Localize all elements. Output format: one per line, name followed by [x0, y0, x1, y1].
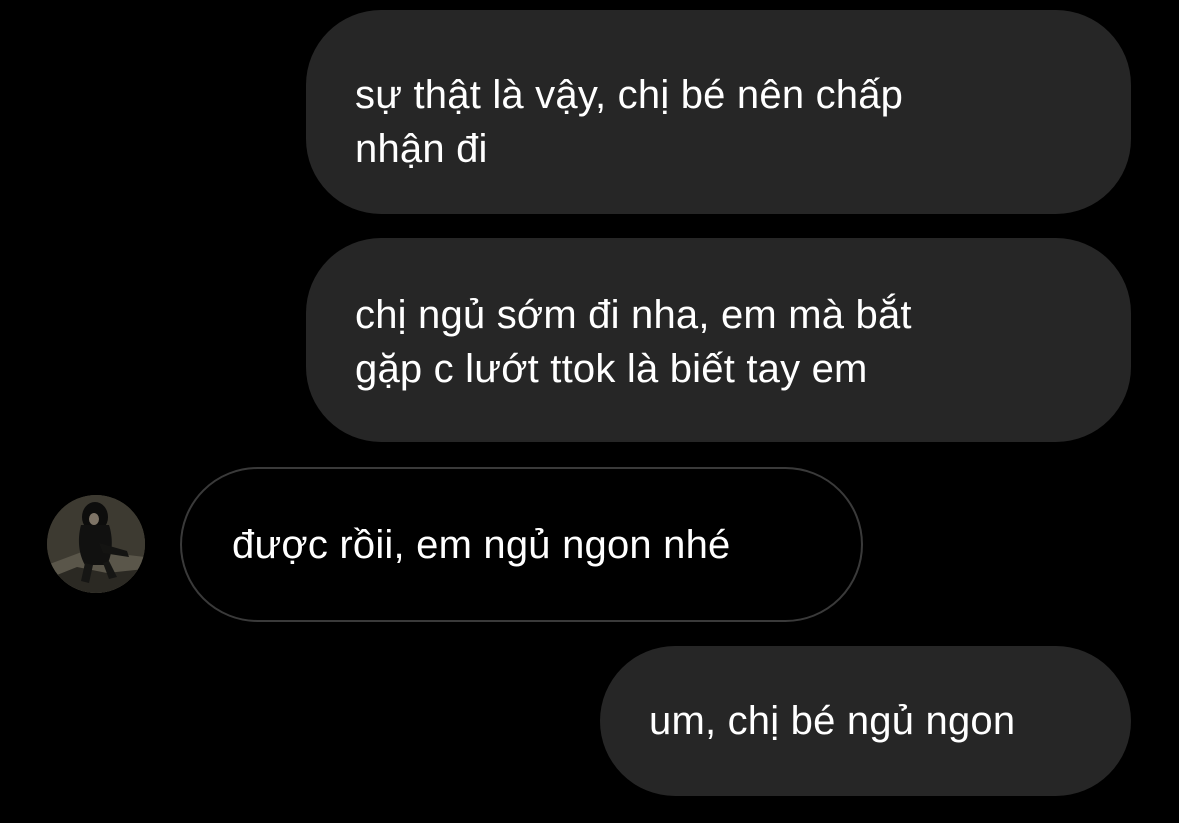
contact-avatar[interactable] [47, 495, 145, 593]
outgoing-message-bubble[interactable]: sự thật là vậy, chị bé nên chấp nhận đi [306, 10, 1131, 214]
message-text: chị ngủ sớm đi nha, em mà bắt gặp c lướt… [355, 293, 912, 391]
message-text: um, chị bé ngủ ngon [649, 699, 1016, 743]
outgoing-message-bubble[interactable]: chị ngủ sớm đi nha, em mà bắt gặp c lướt… [306, 238, 1131, 442]
incoming-message-bubble[interactable]: được rồii, em ngủ ngon nhé [180, 467, 863, 622]
outgoing-message-bubble[interactable]: um, chị bé ngủ ngon [600, 646, 1131, 796]
message-text: sự thật là vậy, chị bé nên chấp nhận đi [355, 73, 904, 171]
message-text: được rồii, em ngủ ngon nhé [232, 523, 731, 567]
avatar-photo-icon [47, 495, 145, 593]
